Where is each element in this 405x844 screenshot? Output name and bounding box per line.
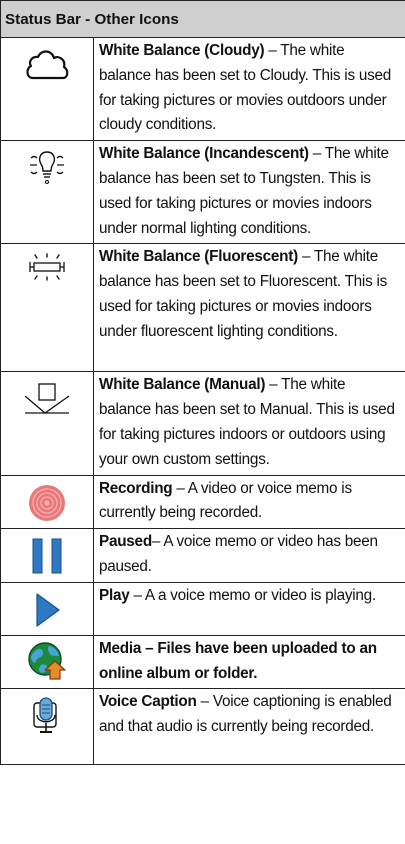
table-row: White Balance (Incandescent) – The white… xyxy=(0,140,405,245)
icon-name: White Balance (Fluorescent) xyxy=(99,248,298,266)
description-cell: White Balance (Fluorescent) – The white … xyxy=(92,243,405,373)
fluorescent-tube-icon xyxy=(29,253,65,282)
description-cell: Paused– A voice memo or video has been p… xyxy=(92,528,405,583)
table-row: Play – A a voice memo or video is playin… xyxy=(0,581,405,636)
icon-cell xyxy=(0,581,94,636)
icon-cell xyxy=(0,243,94,373)
table-row: White Balance (Manual) – The white balan… xyxy=(0,371,405,476)
description-cell: Media – Files have been uploaded to an o… xyxy=(92,634,405,690)
table-row: White Balance (Fluorescent) – The white … xyxy=(0,243,405,373)
icon-cell xyxy=(0,634,94,690)
icon-name: White Balance (Incandescent) xyxy=(99,145,309,163)
icon-cell xyxy=(0,371,94,476)
icon-name: White Balance (Cloudy) xyxy=(99,42,265,59)
icon-name: Media – Files have been uploaded to an o… xyxy=(99,639,377,682)
description-cell: White Balance (Manual) – The white balan… xyxy=(92,371,405,476)
table-title: Status Bar - Other Icons xyxy=(0,0,405,38)
icon-name: Recording xyxy=(99,479,173,497)
table-row: Paused– A voice memo or video has been p… xyxy=(0,528,405,583)
description-cell: Voice Caption – Voice captioning is enab… xyxy=(92,688,405,766)
description-cell: Play – A a voice memo or video is playin… xyxy=(92,581,405,636)
icon-name: Paused xyxy=(99,533,152,551)
icon-cell xyxy=(0,140,94,245)
status-bar-icons-table: Status Bar - Other Icons White Balance (… xyxy=(0,0,405,766)
pause-icon xyxy=(32,538,62,574)
icon-cell xyxy=(0,36,94,142)
incandescent-bulb-icon xyxy=(30,151,64,185)
page: Status Bar - Other Icons White Balance (… xyxy=(0,0,405,844)
icon-name: Play xyxy=(99,586,130,604)
recording-icon xyxy=(29,484,65,521)
manual-white-balance-icon xyxy=(24,383,70,415)
table-row: Media – Files have been uploaded to an o… xyxy=(0,634,405,690)
cloud-icon xyxy=(26,50,69,80)
table-row: Voice Caption – Voice captioning is enab… xyxy=(0,688,405,766)
icon-name: White Balance (Manual) xyxy=(99,376,266,394)
icon-name: Voice Caption xyxy=(99,693,197,711)
description-cell: White Balance (Incandescent) – The white… xyxy=(92,140,405,245)
media-upload-icon xyxy=(28,642,66,680)
description-cell: Recording – A video or voice memo is cur… xyxy=(92,474,405,530)
table-header-row: Status Bar - Other Icons xyxy=(0,0,405,38)
voice-caption-icon xyxy=(33,697,57,734)
icon-cell xyxy=(0,688,94,766)
description-cell: White Balance (Cloudy) – The white balan… xyxy=(92,36,405,142)
table-row: White Balance (Cloudy) – The white balan… xyxy=(0,36,405,142)
icon-cell xyxy=(0,528,94,583)
play-icon xyxy=(36,593,60,627)
table-row: Recording – A video or voice memo is cur… xyxy=(0,474,405,530)
icon-cell xyxy=(0,474,94,530)
icon-description: – A a voice memo or video is playing. xyxy=(129,586,376,604)
